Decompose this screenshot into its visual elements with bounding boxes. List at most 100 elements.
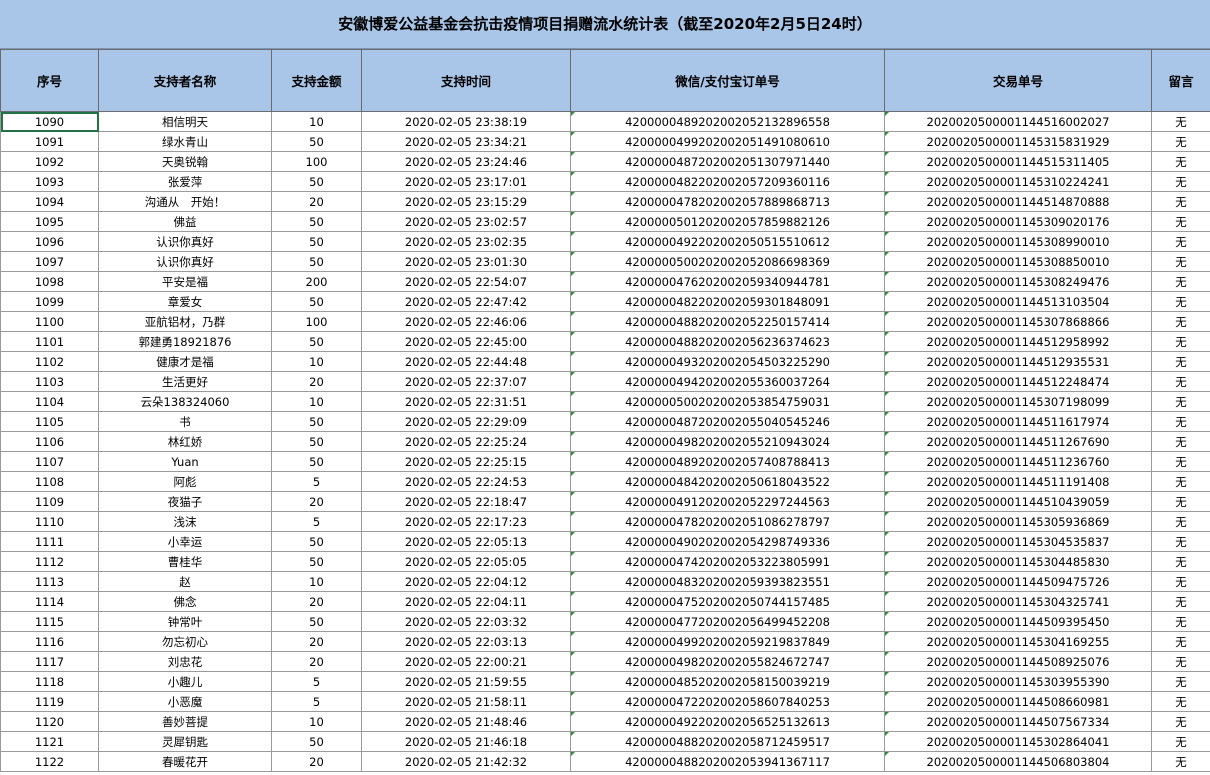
- cell-order-no[interactable]: 4200000485202002058150039219: [570, 671, 885, 692]
- cell-time[interactable]: 2020-02-05 23:02:35: [361, 231, 571, 252]
- cell-supporter[interactable]: 郭建勇18921876: [98, 331, 272, 352]
- cell-order-no[interactable]: 4200000498202002055824672747: [570, 651, 885, 672]
- cell-trade-no[interactable]: 2020020500001145305936869: [884, 511, 1152, 532]
- col-header-amount[interactable]: 支持金额: [271, 49, 362, 112]
- cell-time[interactable]: 2020-02-05 22:04:11: [361, 591, 571, 612]
- cell-index[interactable]: 1099: [0, 291, 99, 312]
- cell-order-no[interactable]: 4200000489202002052132896558: [570, 111, 885, 132]
- cell-index[interactable]: 1116: [0, 631, 99, 652]
- cell-amount[interactable]: 100: [271, 311, 362, 332]
- cell-amount[interactable]: 50: [271, 131, 362, 152]
- cell-order-no[interactable]: 4200000489202002057408788413: [570, 451, 885, 472]
- cell-amount[interactable]: 50: [271, 211, 362, 232]
- cell-trade-no[interactable]: 2020020500001144511267690: [884, 431, 1152, 452]
- cell-order-no[interactable]: 4200000494202002055360037264: [570, 371, 885, 392]
- cell-order-no[interactable]: 4200000476202002059340944781: [570, 271, 885, 292]
- cell-supporter[interactable]: 生活更好: [98, 371, 272, 392]
- cell-order-no[interactable]: 4200000487202002051307971440: [570, 151, 885, 172]
- cell-amount[interactable]: 50: [271, 411, 362, 432]
- cell-order-no[interactable]: 4200000493202002054503225290: [570, 351, 885, 372]
- cell-message[interactable]: 无: [1151, 331, 1210, 352]
- cell-supporter[interactable]: 张爱萍: [98, 171, 272, 192]
- cell-supporter[interactable]: 善妙菩提: [98, 711, 272, 732]
- cell-order-no[interactable]: 4200000488202002058712459517: [570, 731, 885, 752]
- cell-message[interactable]: 无: [1151, 451, 1210, 472]
- cell-amount[interactable]: 20: [271, 631, 362, 652]
- cell-order-no[interactable]: 4200000490202002054298749336: [570, 531, 885, 552]
- col-header-time[interactable]: 支持时间: [361, 49, 571, 112]
- cell-order-no[interactable]: 4200000488202002056236374623: [570, 331, 885, 352]
- cell-amount[interactable]: 10: [271, 571, 362, 592]
- cell-message[interactable]: 无: [1151, 391, 1210, 412]
- cell-trade-no[interactable]: 2020020500001144509475726: [884, 571, 1152, 592]
- cell-index[interactable]: 1110: [0, 511, 99, 532]
- cell-trade-no[interactable]: 2020020500001144512935531: [884, 351, 1152, 372]
- cell-amount[interactable]: 10: [271, 391, 362, 412]
- cell-message[interactable]: 无: [1151, 351, 1210, 372]
- cell-supporter[interactable]: 亚航铝材，乃群: [98, 311, 272, 332]
- cell-trade-no[interactable]: 2020020500001145307868866: [884, 311, 1152, 332]
- cell-time[interactable]: 2020-02-05 22:04:12: [361, 571, 571, 592]
- cell-time[interactable]: 2020-02-05 23:38:19: [361, 111, 571, 132]
- cell-message[interactable]: 无: [1151, 191, 1210, 212]
- cell-supporter[interactable]: 浅沫: [98, 511, 272, 532]
- cell-trade-no[interactable]: 2020020500001145309020176: [884, 211, 1152, 232]
- cell-time[interactable]: 2020-02-05 23:17:01: [361, 171, 571, 192]
- cell-trade-no[interactable]: 2020020500001144511236760: [884, 451, 1152, 472]
- cell-supporter[interactable]: Yuan: [98, 451, 272, 472]
- cell-index[interactable]: 1118: [0, 671, 99, 692]
- cell-index[interactable]: 1114: [0, 591, 99, 612]
- cell-supporter[interactable]: 阿彪: [98, 471, 272, 492]
- cell-message[interactable]: 无: [1151, 171, 1210, 192]
- cell-time[interactable]: 2020-02-05 23:01:30: [361, 251, 571, 272]
- cell-index[interactable]: 1104: [0, 391, 99, 412]
- cell-supporter[interactable]: 小恶魔: [98, 691, 272, 712]
- cell-message[interactable]: 无: [1151, 711, 1210, 732]
- cell-amount[interactable]: 50: [271, 731, 362, 752]
- cell-supporter[interactable]: 夜猫子: [98, 491, 272, 512]
- cell-order-no[interactable]: 4200000498202002055210943024: [570, 431, 885, 452]
- col-header-index[interactable]: 序号: [0, 49, 99, 112]
- cell-message[interactable]: 无: [1151, 291, 1210, 312]
- cell-supporter[interactable]: 春暖花开: [98, 751, 272, 772]
- cell-message[interactable]: 无: [1151, 631, 1210, 652]
- cell-order-no[interactable]: 4200000477202002056499452208: [570, 611, 885, 632]
- cell-index[interactable]: 1100: [0, 311, 99, 332]
- cell-supporter[interactable]: 赵: [98, 571, 272, 592]
- cell-index[interactable]: 1108: [0, 471, 99, 492]
- cell-time[interactable]: 2020-02-05 21:42:32: [361, 751, 571, 772]
- cell-trade-no[interactable]: 2020020500001145308990010: [884, 231, 1152, 252]
- cell-time[interactable]: 2020-02-05 22:05:05: [361, 551, 571, 572]
- cell-supporter[interactable]: 绿水青山: [98, 131, 272, 152]
- cell-supporter[interactable]: 平安是福: [98, 271, 272, 292]
- cell-time[interactable]: 2020-02-05 22:17:23: [361, 511, 571, 532]
- cell-order-no[interactable]: 4200000500202002052086698369: [570, 251, 885, 272]
- cell-trade-no[interactable]: 2020020500001144509395450: [884, 611, 1152, 632]
- cell-supporter[interactable]: 小趣儿: [98, 671, 272, 692]
- cell-index[interactable]: 1101: [0, 331, 99, 352]
- cell-order-no[interactable]: 4200000500202002053854759031: [570, 391, 885, 412]
- cell-trade-no[interactable]: 2020020500001144508660981: [884, 691, 1152, 712]
- cell-supporter[interactable]: 云朵138324060: [98, 391, 272, 412]
- cell-order-no[interactable]: 4200000488202002052250157414: [570, 311, 885, 332]
- cell-order-no[interactable]: 4200000483202002059393823551: [570, 571, 885, 592]
- cell-order-no[interactable]: 4200000487202002055040545246: [570, 411, 885, 432]
- cell-supporter[interactable]: 沟通从 开始！: [98, 191, 272, 212]
- cell-supporter[interactable]: 曹桂华: [98, 551, 272, 572]
- cell-supporter[interactable]: 相信明天: [98, 111, 272, 132]
- cell-order-no[interactable]: 4200000501202002057859882126: [570, 211, 885, 232]
- cell-order-no[interactable]: 4200000488202002053941367117: [570, 751, 885, 772]
- cell-supporter[interactable]: 林红娇: [98, 431, 272, 452]
- cell-time[interactable]: 2020-02-05 22:37:07: [361, 371, 571, 392]
- cell-amount[interactable]: 50: [271, 231, 362, 252]
- cell-trade-no[interactable]: 2020020500001144516002027: [884, 111, 1152, 132]
- cell-trade-no[interactable]: 2020020500001144513103504: [884, 291, 1152, 312]
- cell-trade-no[interactable]: 2020020500001145304535837: [884, 531, 1152, 552]
- cell-amount[interactable]: 5: [271, 511, 362, 532]
- col-header-order-no[interactable]: 微信/支付宝订单号: [570, 49, 885, 112]
- sheet-title[interactable]: 安徽博爱公益基金会抗击疫情项目捐赠流水统计表（截至2020年2月5日24时）: [0, 0, 1210, 49]
- cell-message[interactable]: 无: [1151, 671, 1210, 692]
- cell-trade-no[interactable]: 2020020500001145304325741: [884, 591, 1152, 612]
- cell-message[interactable]: 无: [1151, 411, 1210, 432]
- cell-supporter[interactable]: 灵犀钥匙: [98, 731, 272, 752]
